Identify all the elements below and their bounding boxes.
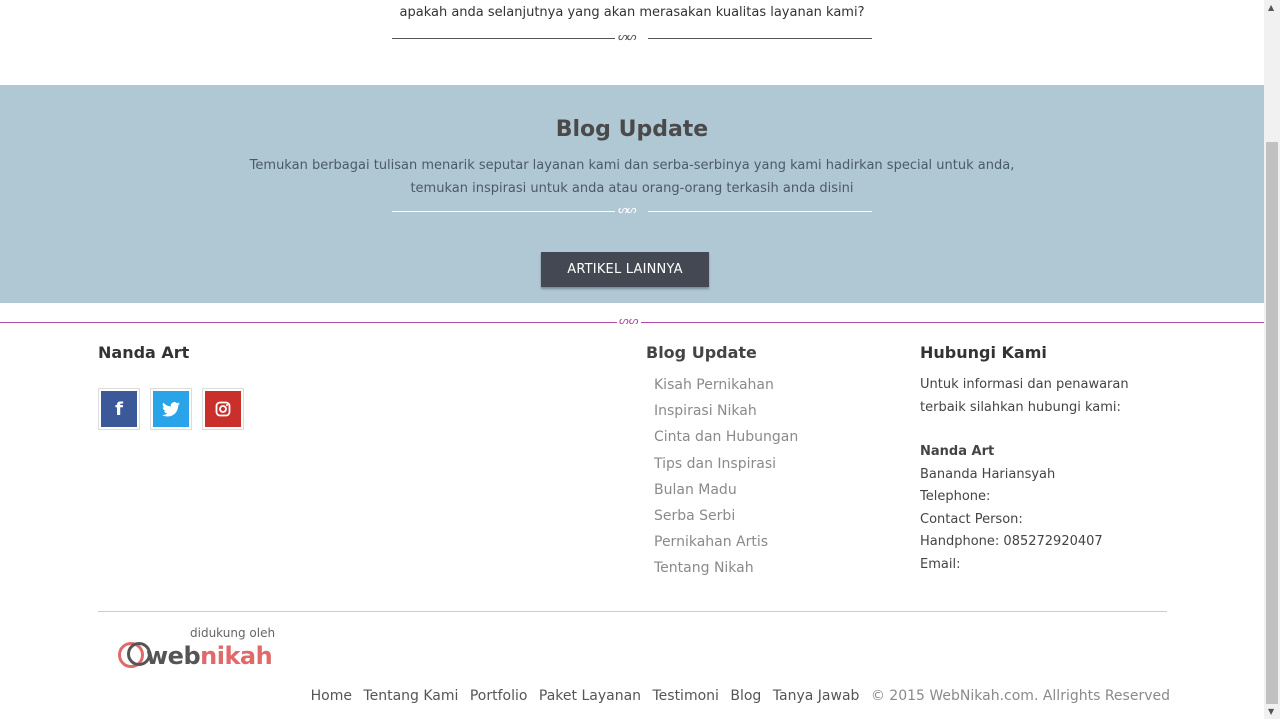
twitter-link[interactable] (150, 388, 192, 430)
footer-nav: Home Tentang Kami Portfolio Paket Layana… (304, 688, 1170, 704)
rings-icon (118, 642, 151, 668)
ornament-divider: ᔕᔕ (392, 203, 872, 217)
description-line: Temukan berbagai tulisan menarik seputar… (249, 158, 1015, 173)
scrollbar-thumb[interactable] (1266, 142, 1278, 704)
blog-column-title: Blog Update (646, 343, 757, 362)
scrollbar[interactable]: ▲ ▼ (1264, 0, 1280, 719)
nav-blog[interactable]: Blog (730, 688, 761, 704)
contact-info: Untuk informasi dan penawaran terbaik si… (920, 374, 1160, 576)
logo-web: web (146, 642, 201, 670)
blog-category-list: Kisah Pernikahan Inspirasi Nikah Cinta d… (654, 374, 798, 584)
social-links: f (98, 388, 244, 430)
ornament-icon: ᔕᔕ (618, 30, 637, 43)
instagram-icon (205, 391, 241, 427)
webnikah-logo[interactable]: didukung oleh webnikah (118, 624, 283, 670)
nav-portfolio[interactable]: Portfolio (470, 688, 528, 704)
brand-title: Nanda Art (98, 343, 190, 362)
contact-handphone: Handphone: 085272920407 (920, 534, 1103, 549)
more-articles-button[interactable]: ARTIKEL LAINNYA (541, 252, 709, 287)
blog-category-link[interactable]: Cinta dan Hubungan (654, 426, 798, 452)
twitter-icon (153, 391, 189, 427)
blog-update-section: Blog Update Temukan berbagai tulisan men… (0, 85, 1264, 303)
ornament-icon: ᔕᔕ (618, 203, 637, 216)
facebook-link[interactable]: f (98, 388, 140, 430)
nav-faq[interactable]: Tanya Jawab (773, 688, 860, 704)
blog-category-link[interactable]: Pernikahan Artis (654, 531, 798, 557)
facebook-icon: f (101, 391, 137, 427)
contact-intro: Untuk informasi dan penawaran terbaik si… (920, 377, 1129, 415)
nav-packages[interactable]: Paket Layanan (539, 688, 641, 704)
section-description: Temukan berbagai tulisan menarik seputar… (0, 154, 1264, 200)
section-title: Blog Update (555, 117, 709, 142)
blog-category-link[interactable]: Tentang Nikah (654, 557, 798, 583)
contact-person-name: Bananda Hariansyah (920, 466, 1056, 482)
contact-email: Email: (920, 556, 961, 572)
footer-separator (98, 611, 1167, 612)
blog-category-link[interactable]: Kisah Pernikahan (654, 374, 798, 400)
ornament-icon: ᔕᔕ (617, 314, 641, 327)
nav-home[interactable]: Home (311, 688, 352, 704)
contact-person-label: Contact Person: (920, 511, 1023, 527)
nav-testimonials[interactable]: Testimoni (652, 688, 718, 704)
top-tagline: apakah anda selanjutnya yang akan merasa… (399, 5, 865, 20)
scroll-down-icon[interactable]: ▼ (1268, 707, 1274, 716)
blog-category-link[interactable]: Bulan Madu (654, 479, 798, 505)
description-line: temukan inspirasi untuk anda atau orang-… (410, 181, 854, 196)
contact-company: Nanda Art (920, 444, 995, 459)
logo-nikah: nikah (200, 642, 273, 670)
contact-telephone: Telephone: (920, 489, 991, 504)
scroll-up-icon[interactable]: ▲ (1268, 3, 1274, 12)
logo-tagline: didukung oleh (190, 626, 276, 640)
instagram-link[interactable] (202, 388, 244, 430)
ornament-divider: ᔕᔕ (392, 30, 872, 44)
logo-wordmark: webnikah (118, 642, 273, 670)
contact-title: Hubungi Kami (920, 343, 1047, 362)
nav-about[interactable]: Tentang Kami (363, 688, 458, 704)
blog-category-link[interactable]: Inspirasi Nikah (654, 400, 798, 426)
blog-category-link[interactable]: Tips dan Inspirasi (654, 453, 798, 479)
blog-category-link[interactable]: Serba Serbi (654, 505, 798, 531)
copyright: © 2015 WebNikah.com. Allrights Reserved (870, 688, 1170, 704)
